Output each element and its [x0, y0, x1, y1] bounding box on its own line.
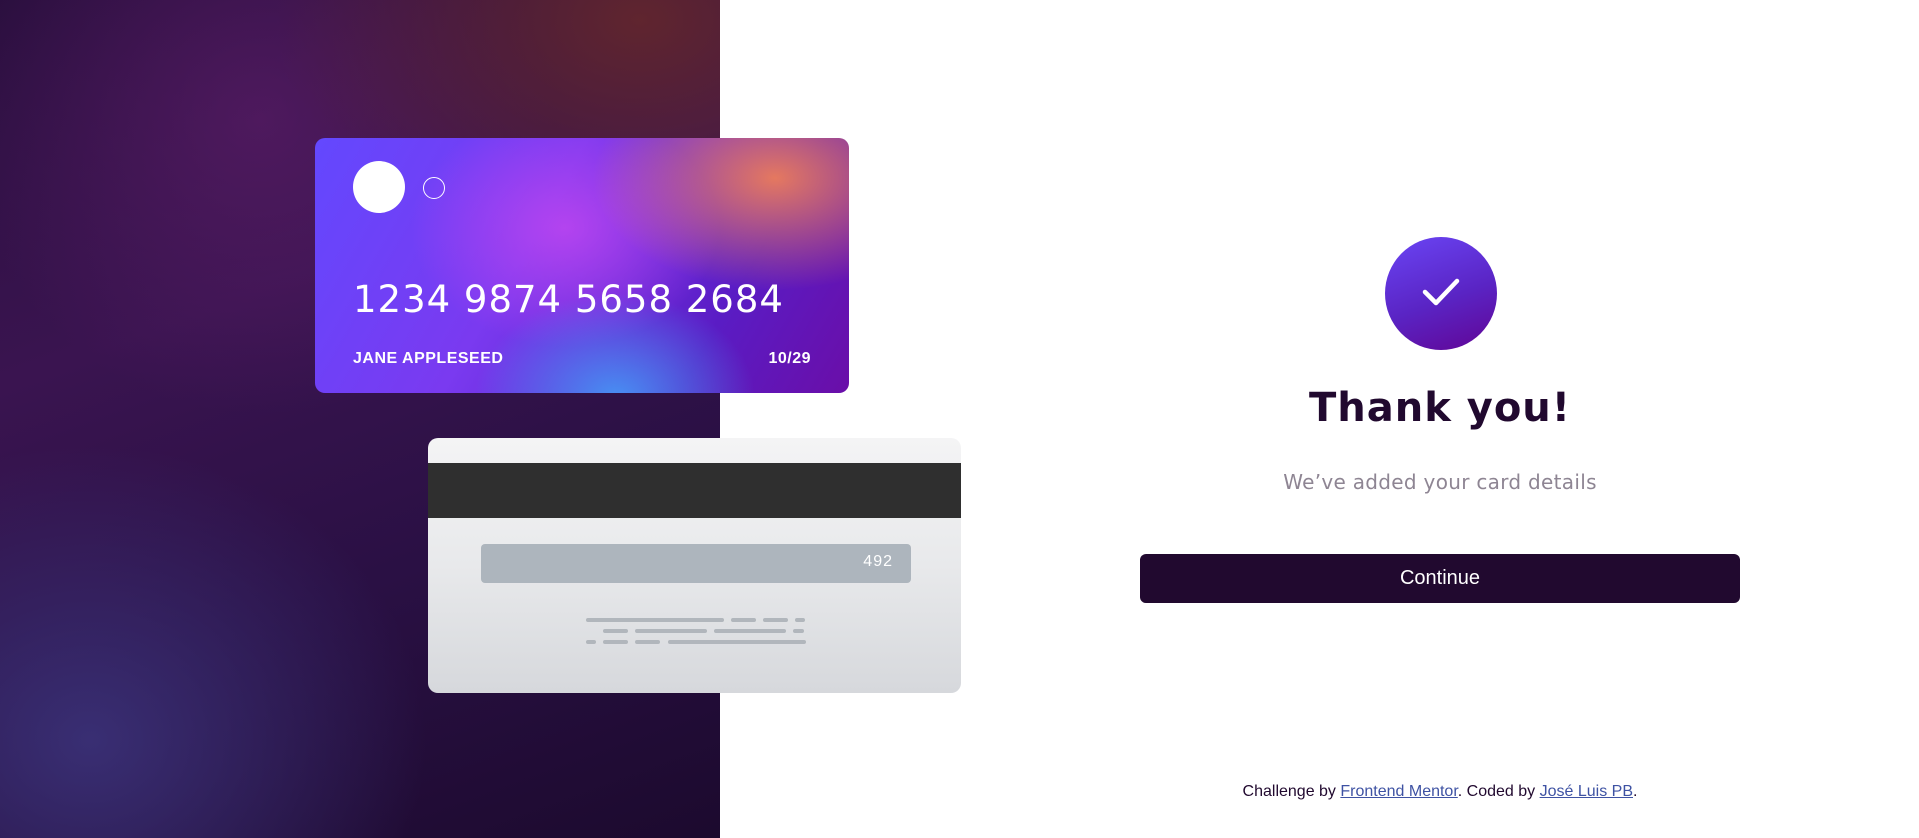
- attribution-footer: Challenge by Frontend Mentor. Coded by J…: [1140, 783, 1740, 801]
- thank-you-subtitle: We’ve added your card details: [1283, 470, 1597, 494]
- continue-button[interactable]: Continue: [1140, 554, 1740, 603]
- left-background-panel: [0, 0, 720, 838]
- frontend-mentor-link[interactable]: Frontend Mentor: [1340, 783, 1457, 800]
- attribution-middle: . Coded by: [1457, 783, 1540, 800]
- card-number: 1234 9874 5658 2684: [353, 278, 784, 321]
- card-front: 1234 9874 5658 2684 JANE APPLESEED 10/29: [315, 138, 849, 393]
- card-expiry: 10/29: [768, 350, 811, 367]
- card-logo-circle-large: [353, 161, 405, 213]
- success-badge: [1385, 237, 1497, 350]
- author-link[interactable]: José Luis PB: [1540, 783, 1633, 800]
- check-icon: [1422, 278, 1460, 306]
- cvc-strip: 492: [481, 544, 911, 583]
- cardholder-name: JANE APPLESEED: [353, 350, 504, 367]
- attribution-prefix: Challenge by: [1242, 783, 1341, 800]
- attribution-suffix: .: [1633, 783, 1638, 800]
- thank-you-title: Thank you!: [1308, 385, 1572, 431]
- magnetic-stripe: [428, 463, 961, 518]
- card-logo-circle-small: [423, 177, 445, 199]
- card-back: 492: [428, 438, 961, 693]
- card-cvc: 492: [863, 553, 893, 570]
